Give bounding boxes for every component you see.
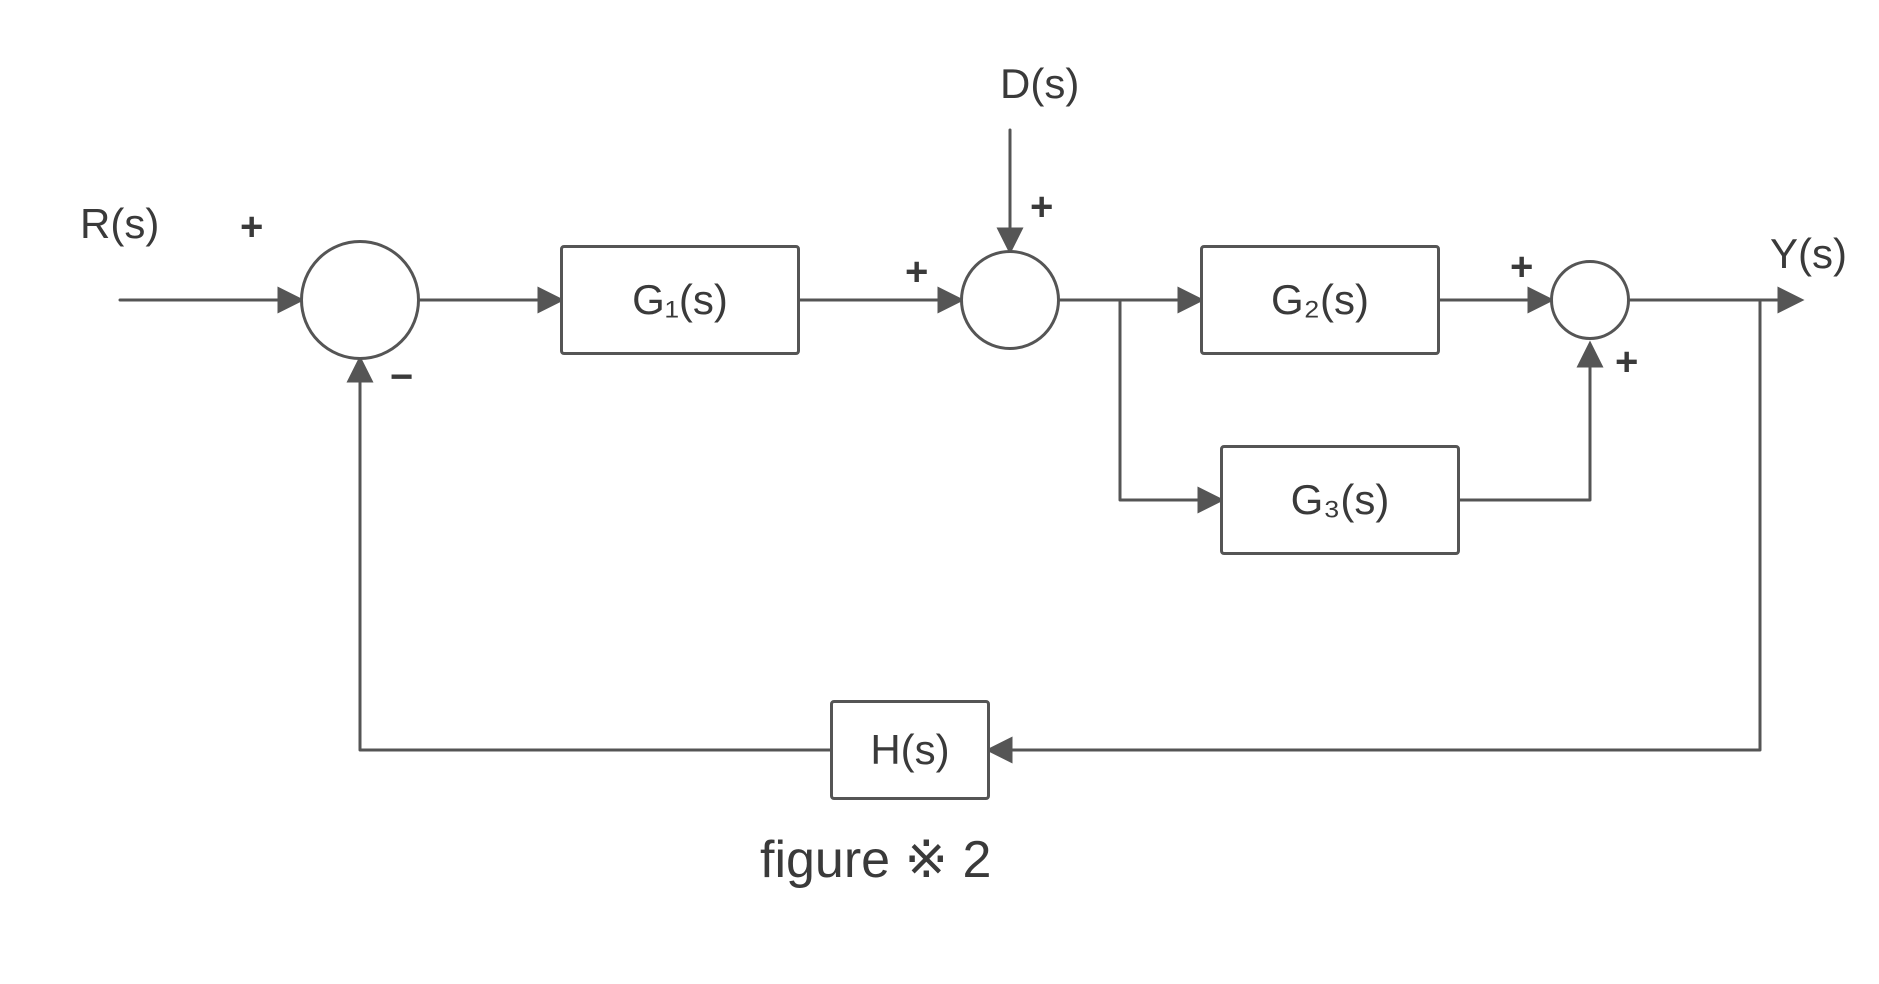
sum3-sign-top-plus: + — [1510, 245, 1533, 290]
output-label-Y: Y(s) — [1770, 230, 1847, 278]
block-H: H(s) — [830, 700, 990, 800]
sum3-sign-bottom-plus: + — [1615, 340, 1638, 385]
block-G3: G₃(s) — [1220, 445, 1460, 555]
sum1-sign-plus: + — [240, 205, 263, 250]
summing-junction-1 — [300, 240, 420, 360]
sum1-sign-minus: − — [390, 355, 413, 400]
block-G2-label: G₂(s) — [1271, 276, 1369, 324]
input-label-R: R(s) — [80, 200, 159, 248]
block-G2: G₂(s) — [1200, 245, 1440, 355]
sum2-sign-top-plus: + — [1030, 185, 1053, 230]
summing-junction-3 — [1550, 260, 1630, 340]
summing-junction-2 — [960, 250, 1060, 350]
block-H-label: H(s) — [870, 726, 949, 774]
sum2-sign-left-plus: + — [905, 250, 928, 295]
block-diagram-canvas: R(s) D(s) Y(s) + − + + + + G₁(s) G₂(s) G… — [0, 0, 1879, 984]
block-G1-label: G₁(s) — [632, 276, 728, 324]
block-G1: G₁(s) — [560, 245, 800, 355]
figure-caption: figure ※ 2 — [760, 830, 991, 890]
block-G3-label: G₃(s) — [1291, 476, 1390, 524]
input-label-D: D(s) — [1000, 60, 1079, 108]
